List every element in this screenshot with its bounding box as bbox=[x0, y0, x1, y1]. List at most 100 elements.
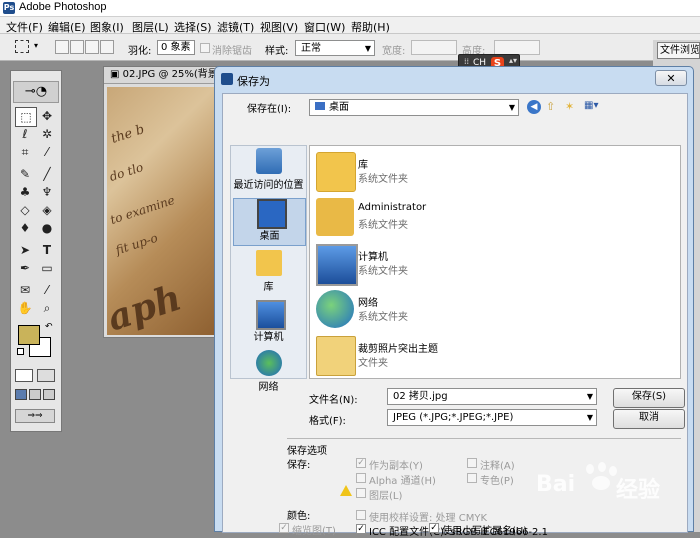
menu-layer[interactable]: 图层(L) bbox=[132, 19, 169, 35]
list-item[interactable]: 网络 系统文件夹 bbox=[316, 288, 656, 332]
computer-icon bbox=[256, 300, 286, 330]
list-item[interactable]: 裁剪照片突出主题 文件夹 bbox=[316, 334, 656, 378]
save-button[interactable]: 保存(S) bbox=[613, 388, 685, 408]
antialias-checkbox[interactable] bbox=[200, 43, 210, 53]
width-input[interactable] bbox=[411, 40, 457, 55]
annotations-label: 注释(A) bbox=[480, 461, 515, 472]
up-folder-icon[interactable]: ⇧ bbox=[546, 100, 560, 114]
document-image[interactable]: the b do tlo to examine fit up-o aph bbox=[107, 87, 219, 335]
paw-icon bbox=[598, 462, 606, 472]
style-select[interactable]: 正常 ▼ bbox=[295, 40, 375, 56]
history-brush-icon[interactable]: ♆ bbox=[37, 183, 57, 201]
slice-tool-icon[interactable]: ⁄ bbox=[37, 143, 57, 161]
shape-tool-icon[interactable]: ▭ bbox=[37, 259, 57, 277]
list-item[interactable]: 库 系统文件夹 bbox=[316, 150, 656, 194]
list-item[interactable]: Administrator 系统文件夹 bbox=[316, 196, 656, 240]
spot-colors-checkbox[interactable] bbox=[467, 473, 477, 483]
ime-menu-arrow-icon[interactable]: ▴▾ bbox=[509, 56, 517, 65]
foreground-color-swatch[interactable] bbox=[18, 325, 40, 345]
document-title[interactable]: ▣ 02.JPG @ 25%(背景 bbox=[104, 67, 222, 84]
place-computer[interactable]: 计算机 bbox=[233, 300, 304, 346]
swap-colors-icon[interactable]: ↶ bbox=[45, 322, 53, 332]
folder-icon bbox=[316, 336, 356, 376]
screen-mode-full-icon[interactable] bbox=[43, 389, 55, 400]
path-selection-icon[interactable]: ➤ bbox=[15, 241, 35, 259]
filename-input[interactable]: 02 拷贝.jpg ▼ bbox=[387, 388, 597, 405]
menu-file[interactable]: 文件(F) bbox=[6, 19, 43, 35]
alpha-channel-checkbox[interactable] bbox=[356, 473, 366, 483]
height-input[interactable] bbox=[494, 40, 540, 55]
subtract-selection-icon[interactable] bbox=[85, 40, 99, 54]
add-selection-icon[interactable] bbox=[70, 40, 84, 54]
layers-checkbox[interactable] bbox=[356, 488, 366, 498]
preset-dropdown-arrow-icon[interactable]: ▾ bbox=[34, 41, 38, 50]
place-library[interactable]: 库 bbox=[233, 250, 304, 296]
style-label: 样式: bbox=[265, 46, 289, 57]
cancel-button[interactable]: 取消 bbox=[613, 409, 685, 429]
proof-setup-checkbox[interactable] bbox=[356, 510, 366, 520]
view-menu-icon[interactable]: ▦▾ bbox=[584, 100, 606, 114]
format-select[interactable]: JPEG (*.JPG;*.JPEG;*.JPE) ▼ bbox=[387, 409, 597, 426]
photo-text-fragment: aph bbox=[107, 276, 187, 335]
paint-bucket-icon[interactable]: ◈ bbox=[37, 201, 57, 219]
menu-select[interactable]: 选择(S) bbox=[174, 19, 212, 35]
photo-text-fragment: do tlo bbox=[107, 159, 145, 185]
watermark-text-1: Bai bbox=[536, 472, 576, 497]
move-tool-icon[interactable]: ✥ bbox=[37, 107, 57, 125]
pen-tool-icon[interactable]: ✒ bbox=[15, 259, 35, 277]
screen-mode-full-menu-icon[interactable] bbox=[29, 389, 41, 400]
hand-tool-icon[interactable]: ✋ bbox=[15, 299, 35, 317]
place-network[interactable]: 网络 bbox=[233, 350, 304, 396]
watermark-text-2: 经验 bbox=[616, 478, 661, 503]
clone-stamp-icon[interactable]: ♣ bbox=[15, 183, 35, 201]
intersect-selection-icon[interactable] bbox=[100, 40, 114, 54]
menu-help[interactable]: 帮助(H) bbox=[351, 19, 390, 35]
place-recent[interactable]: 最近访问的位置 bbox=[233, 148, 304, 194]
warning-icon bbox=[340, 485, 352, 496]
place-desktop[interactable]: 桌面 bbox=[233, 198, 306, 246]
jump-to-imageready-icon[interactable]: ⇒⇒ bbox=[15, 409, 55, 423]
network-icon bbox=[256, 350, 282, 376]
menu-filter[interactable]: 滤镜(T) bbox=[217, 19, 254, 35]
crop-tool-icon[interactable]: ⌗ bbox=[15, 143, 35, 161]
eyedropper-icon[interactable]: ⁄ bbox=[37, 281, 57, 299]
eraser-tool-icon[interactable]: ◇ bbox=[15, 201, 35, 219]
as-copy-label: 作为副本(Y) bbox=[369, 461, 423, 472]
file-browser-button[interactable]: 文件浏览 bbox=[657, 42, 700, 59]
menu-view[interactable]: 视图(V) bbox=[260, 19, 298, 35]
new-folder-icon[interactable]: ✶ bbox=[565, 100, 579, 114]
annotations-checkbox[interactable] bbox=[467, 458, 477, 468]
screen-mode-standard-icon[interactable] bbox=[15, 389, 27, 400]
type-tool-icon[interactable]: T bbox=[37, 241, 57, 259]
list-item[interactable]: 计算机 系统文件夹 bbox=[316, 242, 656, 286]
lowercase-ext-label: 使用小写扩展名(U) bbox=[442, 526, 528, 537]
brush-tool-icon[interactable]: ╱ bbox=[37, 165, 57, 183]
new-selection-icon[interactable] bbox=[55, 40, 69, 54]
marquee-tool-preset-icon[interactable] bbox=[15, 40, 29, 53]
menu-edit[interactable]: 编辑(E) bbox=[48, 19, 86, 35]
dodge-tool-icon[interactable]: ● bbox=[37, 219, 57, 237]
feather-input[interactable]: 0 象素 bbox=[157, 40, 195, 55]
default-colors-icon[interactable] bbox=[17, 348, 24, 355]
notes-tool-icon[interactable]: ✉ bbox=[15, 281, 35, 299]
menu-image[interactable]: 图象(I) bbox=[90, 19, 124, 35]
magic-wand-icon[interactable]: ✲ bbox=[37, 125, 57, 143]
menu-window[interactable]: 窗口(W) bbox=[304, 19, 345, 35]
blur-tool-icon[interactable]: ♦ bbox=[15, 219, 35, 237]
lasso-tool-icon[interactable]: ℓ bbox=[15, 125, 35, 143]
computer-icon bbox=[316, 244, 358, 286]
format-label: 格式(F): bbox=[309, 416, 346, 427]
standard-mode-icon[interactable] bbox=[15, 369, 33, 382]
icc-profile-checkbox[interactable]: ✓ bbox=[356, 524, 366, 534]
desktop-icon bbox=[257, 199, 287, 229]
save-in-select[interactable]: 桌面 ▼ bbox=[309, 99, 519, 116]
close-button[interactable]: ✕ bbox=[655, 70, 687, 86]
quick-mask-icon[interactable] bbox=[37, 369, 55, 382]
as-copy-checkbox[interactable]: ✓ bbox=[356, 458, 366, 468]
healing-brush-icon[interactable]: ✎ bbox=[15, 165, 35, 183]
zoom-tool-icon[interactable]: ⌕ bbox=[37, 299, 57, 317]
filename-label: 文件名(N): bbox=[309, 395, 358, 406]
adobe-online-icon[interactable]: ⊸◔ bbox=[13, 81, 59, 103]
back-icon[interactable]: ◀ bbox=[527, 100, 541, 114]
marquee-tool-icon[interactable]: ⬚ bbox=[15, 107, 37, 127]
